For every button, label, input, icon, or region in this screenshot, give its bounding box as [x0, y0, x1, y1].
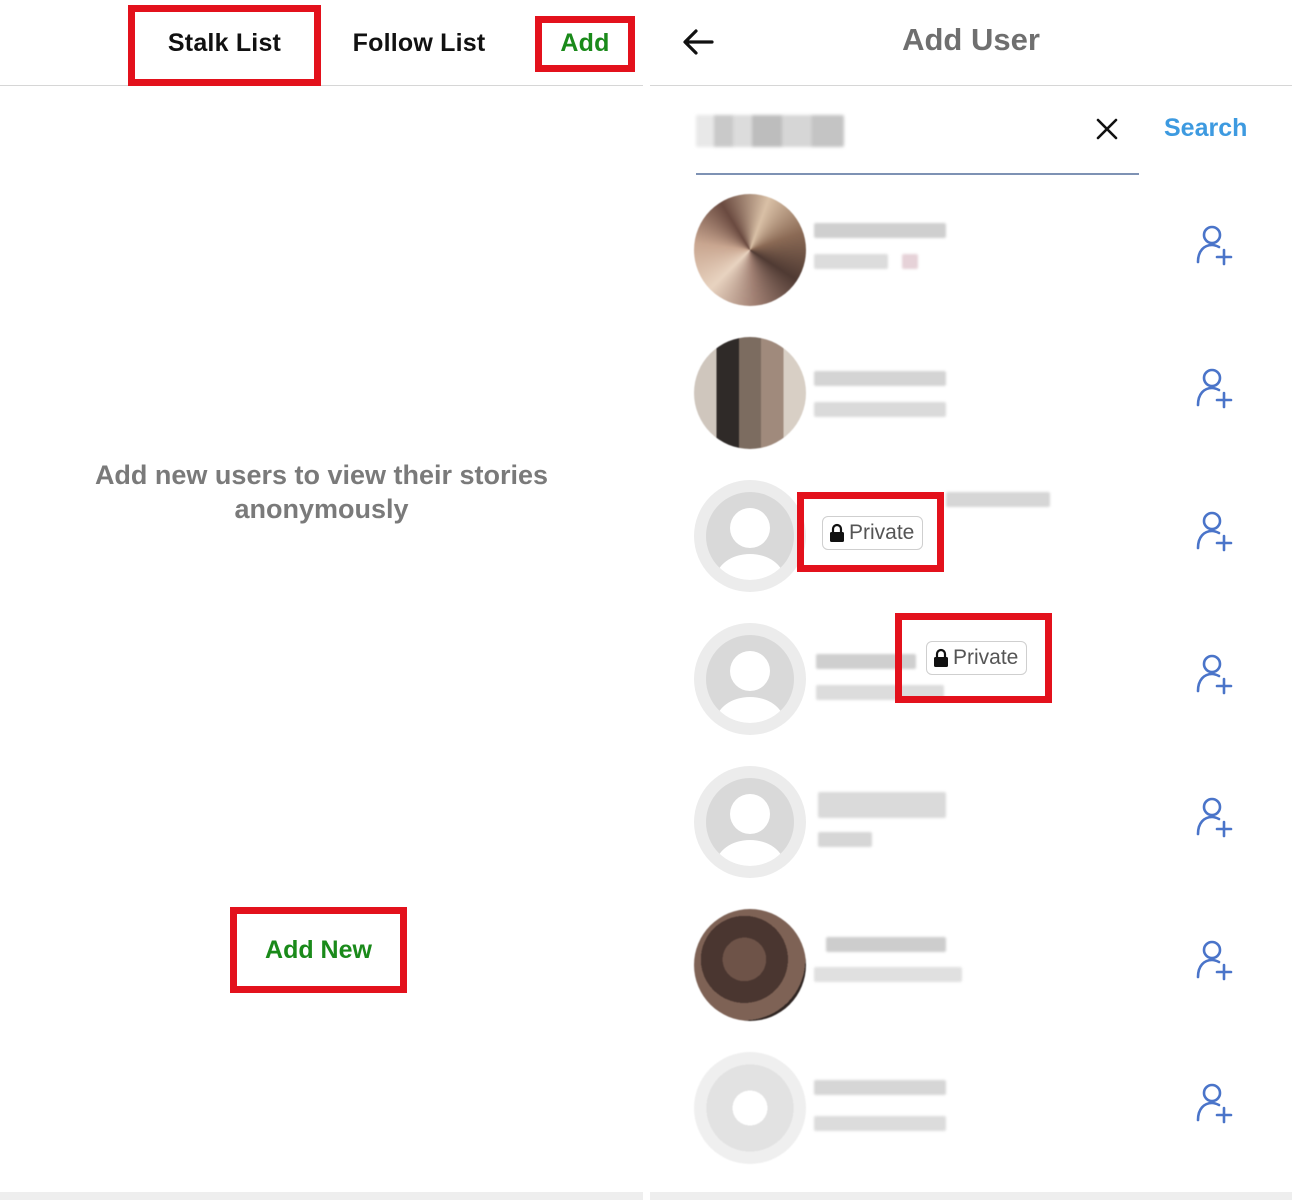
tab-follow-list[interactable]: Follow List — [330, 0, 508, 86]
arrow-left-icon — [683, 29, 714, 55]
page-title: Add User — [902, 22, 1040, 57]
user-plus-icon[interactable] — [1194, 939, 1234, 981]
search-input[interactable] — [696, 114, 1076, 152]
user-avatar — [694, 1052, 806, 1164]
lock-icon — [934, 648, 948, 667]
user-plus-icon[interactable] — [1194, 653, 1234, 695]
user-avatar — [694, 909, 806, 1021]
user-plus-icon[interactable] — [1194, 1082, 1234, 1124]
user-row[interactable]: Private — [650, 617, 1292, 760]
search-button[interactable]: Search — [1164, 114, 1247, 143]
panel-divider — [643, 0, 650, 1200]
top-tab-bar: Stalk List Follow List Add — [0, 0, 643, 86]
user-avatar — [694, 337, 806, 449]
close-icon — [1096, 118, 1118, 140]
add-button[interactable]: Add — [535, 0, 635, 86]
lock-icon — [830, 523, 844, 542]
app-bar: Add User — [650, 0, 1292, 86]
user-row[interactable]: Private — [650, 474, 1292, 617]
clear-search-button[interactable] — [1090, 112, 1124, 146]
private-label: Private — [953, 646, 1019, 669]
user-plus-icon[interactable] — [1194, 796, 1234, 838]
tab-stalk-list[interactable]: Stalk List — [128, 0, 321, 86]
user-row[interactable] — [650, 188, 1292, 331]
add-new-button[interactable]: Add New — [237, 914, 400, 986]
bottom-bar — [0, 1192, 643, 1200]
user-row[interactable] — [650, 1046, 1292, 1189]
search-field[interactable] — [696, 100, 1139, 175]
user-row[interactable] — [650, 760, 1292, 903]
private-badge: Private — [822, 516, 924, 550]
default-avatar — [694, 480, 806, 592]
user-plus-icon[interactable] — [1194, 367, 1234, 409]
user-plus-icon[interactable] — [1194, 224, 1234, 266]
bottom-bar — [650, 1192, 1292, 1200]
private-badge: Private — [926, 641, 1028, 675]
default-avatar — [694, 623, 806, 735]
add-user-screen: Add User Search Private Private — [650, 0, 1292, 1200]
user-row[interactable] — [650, 331, 1292, 474]
private-label: Private — [849, 521, 915, 544]
user-avatar — [694, 194, 806, 306]
user-plus-icon[interactable] — [1194, 510, 1234, 552]
default-avatar — [694, 766, 806, 878]
back-button[interactable] — [678, 22, 718, 62]
user-row[interactable] — [650, 903, 1292, 1046]
stalk-list-screen: Stalk List Follow List Add Add new users… — [0, 0, 643, 1200]
empty-state-message: Add new users to view their stories anon… — [94, 460, 549, 524]
